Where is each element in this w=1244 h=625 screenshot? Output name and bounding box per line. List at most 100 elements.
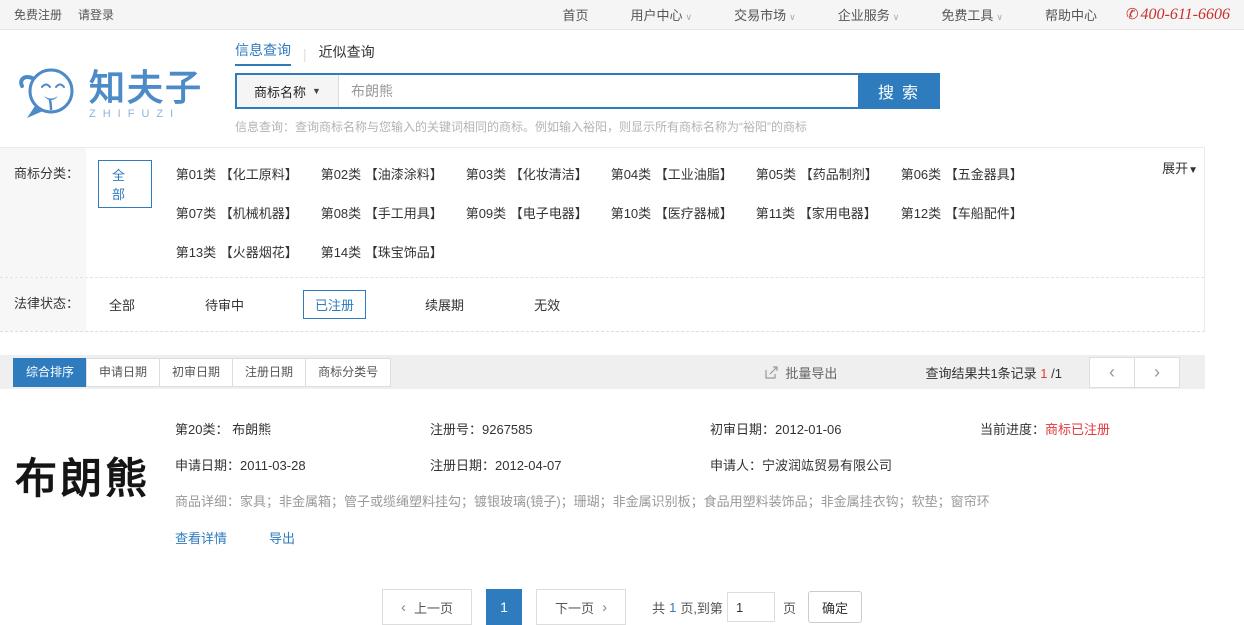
total-prefix: 共 xyxy=(652,598,665,617)
nav-item-help-center[interactable]: 帮助中心 xyxy=(1024,5,1118,24)
result-links: 查看详情 导出 xyxy=(175,528,1244,547)
category-item-02[interactable]: 第02类 【油漆涂料】 xyxy=(321,154,466,193)
status-filter-content: 全部 待审中 已注册 续展期 无效 xyxy=(86,278,619,331)
search-area: 信息查询 | 近似查询 商标名称 ▼ 搜索 信息查询：查询商标名称与您输入的关键… xyxy=(235,42,940,147)
nav-item-trade-market[interactable]: 交易市场∨ xyxy=(713,5,817,24)
category-item-05[interactable]: 第05类 【药品制剂】 xyxy=(756,154,901,193)
first-trial-field: 初审日期：2012-01-06 xyxy=(710,419,980,438)
search-tabs: 信息查询 | 近似查询 xyxy=(235,42,940,66)
chevron-right-icon: › xyxy=(602,599,607,616)
category-item-08[interactable]: 第08类 【手工用具】 xyxy=(321,193,466,232)
sort-composite[interactable]: 综合排序 xyxy=(13,358,87,387)
next-page-label: 下一页 xyxy=(555,598,594,617)
status-option-registered[interactable]: 已注册 xyxy=(303,290,366,319)
status-option-all[interactable]: 全部 xyxy=(98,291,146,318)
class-label: 第20类： xyxy=(175,422,228,437)
total-mid-text: 页,到第 xyxy=(680,598,723,617)
sort-class-number[interactable]: 商标分类号 xyxy=(305,358,391,387)
status-filter-row: 法律状态： 全部 待审中 已注册 续展期 无效 xyxy=(0,277,1204,331)
category-list: 第01类 【化工原料】 第02类 【油漆涂料】 第03类 【化妆清洁】 第04类… xyxy=(176,154,1183,271)
page-jump-info: 共 1 页,到第 页 确定 xyxy=(652,591,862,623)
category-item-07[interactable]: 第07类 【机械机器】 xyxy=(176,193,321,232)
category-filter-content: 全部 第01类 【化工原料】 第02类 【油漆涂料】 第03类 【化妆清洁】 第… xyxy=(86,148,1223,277)
category-item-11[interactable]: 第11类 【家用电器】 xyxy=(756,193,901,232)
applicant-label: 申请人： xyxy=(710,458,762,473)
tab-info-query[interactable]: 信息查询 xyxy=(235,40,291,66)
info-row-1: 第20类： 布朗熊 注册号：9267585 初审日期：2012-01-06 当前… xyxy=(175,419,1244,438)
prev-page-button[interactable]: ‹ xyxy=(1089,357,1135,388)
logo[interactable]: 知夫子 ZHIFUZI xyxy=(15,42,235,147)
search-button[interactable]: 搜索 xyxy=(858,75,938,107)
first-trial-value: 2012-01-06 xyxy=(775,422,842,437)
sort-toolbar: 综合排序 申请日期 初审日期 注册日期 商标分类号 批量导出 查询结果共1条记录… xyxy=(0,355,1205,389)
class-field: 第20类： 布朗熊 xyxy=(175,419,430,438)
reg-no-label: 注册号： xyxy=(430,422,482,437)
progress-value: 商标已注册 xyxy=(1045,422,1110,437)
category-item-03[interactable]: 第03类 【化妆清洁】 xyxy=(466,154,611,193)
category-all-button[interactable]: 全部 xyxy=(98,160,152,208)
chevron-left-icon: ‹ xyxy=(1109,362,1115,383)
batch-export-button[interactable]: 批量导出 xyxy=(765,363,837,382)
category-filter-label: 商标分类： xyxy=(0,148,86,277)
category-item-13[interactable]: 第13类 【火器烟花】 xyxy=(176,232,321,271)
sort-apply-date[interactable]: 申请日期 xyxy=(86,358,160,387)
category-item-06[interactable]: 第06类 【五金器具】 xyxy=(901,154,1046,193)
export-icon xyxy=(765,366,779,379)
category-item-01[interactable]: 第01类 【化工原料】 xyxy=(176,154,321,193)
category-item-04[interactable]: 第04类 【工业油脂】 xyxy=(611,154,756,193)
search-hint: 信息查询：查询商标名称与您输入的关键词相同的商标。例如输入裕阳，则显示所有商标名… xyxy=(235,118,940,135)
category-item-09[interactable]: 第09类 【电子电器】 xyxy=(466,193,611,232)
result-count-text: 查询结果共1条记录 xyxy=(925,366,1036,381)
next-page-button[interactable]: › xyxy=(1134,357,1180,388)
chevron-down-icon: ▼ xyxy=(1188,165,1198,176)
phone-number: 400-611-6606 xyxy=(1141,6,1230,23)
total-pages-text: /1 xyxy=(1051,366,1062,381)
status-option-invalid[interactable]: 无效 xyxy=(523,291,571,318)
nav-item-user-center[interactable]: 用户中心∨ xyxy=(610,5,714,24)
logo-subtitle: ZHIFUZI xyxy=(89,108,203,120)
prev-page-button-bottom[interactable]: ‹上一页 xyxy=(382,589,472,625)
nav-item-enterprise-services[interactable]: 企业服务∨ xyxy=(817,5,921,24)
search-input[interactable] xyxy=(339,75,858,107)
nav-item-home[interactable]: 首页 xyxy=(541,5,609,24)
tab-divider: | xyxy=(303,46,307,66)
register-link[interactable]: 免费注册 xyxy=(14,6,62,23)
export-link[interactable]: 导出 xyxy=(269,528,295,547)
status-option-renewal[interactable]: 续展期 xyxy=(414,291,475,318)
nav-label: 用户中心 xyxy=(631,8,683,23)
reg-date-field: 注册日期：2012-04-07 xyxy=(430,455,710,474)
page-suffix: 页 xyxy=(783,598,796,617)
next-page-button-bottom[interactable]: 下一页 › xyxy=(536,589,626,625)
confirm-button[interactable]: 确定 xyxy=(808,591,862,623)
applicant-field: 申请人：宁波润竑贸易有限公司 xyxy=(710,455,980,474)
sort-reg-date[interactable]: 注册日期 xyxy=(232,358,306,387)
status-option-pending[interactable]: 待审中 xyxy=(194,291,255,318)
auth-links: 免费注册 请登录 xyxy=(14,6,114,23)
current-page-value: 1 xyxy=(1040,366,1047,381)
nav-item-free-tools[interactable]: 免费工具∨ xyxy=(920,5,1024,24)
category-item-14[interactable]: 第14类 【珠宝饰品】 xyxy=(321,232,466,271)
login-link[interactable]: 请登录 xyxy=(78,6,114,23)
result-count: 查询结果共1条记录 1 /1 xyxy=(925,363,1062,382)
reg-date-label: 注册日期： xyxy=(430,458,495,473)
first-trial-label: 初审日期： xyxy=(710,422,775,437)
nav-label: 企业服务 xyxy=(838,8,890,23)
expand-button[interactable]: 展开▼ xyxy=(1162,158,1198,177)
goto-page-input[interactable] xyxy=(727,592,775,622)
page-1-button[interactable]: 1 xyxy=(486,589,522,625)
category-item-10[interactable]: 第10类 【医疗器械】 xyxy=(611,193,756,232)
category-item-12[interactable]: 第12类 【车船配件】 xyxy=(901,193,1046,232)
sort-first-trial-date[interactable]: 初审日期 xyxy=(159,358,233,387)
logo-text: 知夫子 ZHIFUZI xyxy=(89,69,203,121)
tab-similar-query[interactable]: 近似查询 xyxy=(319,42,375,66)
apply-date-field: 申请日期：2011-03-28 xyxy=(175,455,430,474)
mascot-icon xyxy=(15,64,81,125)
search-type-select[interactable]: 商标名称 ▼ xyxy=(237,75,339,107)
sort-buttons: 综合排序 申请日期 初审日期 注册日期 商标分类号 xyxy=(14,358,391,387)
nav-label: 免费工具 xyxy=(941,8,993,23)
reg-no-value: 9267585 xyxy=(482,422,533,437)
chevron-down-icon: ∨ xyxy=(893,12,900,22)
view-detail-link[interactable]: 查看详情 xyxy=(175,528,227,547)
result-pager: ‹ › xyxy=(1090,357,1180,388)
result-row: 布朗熊 第20类： 布朗熊 注册号：9267585 初审日期：2012-01-0… xyxy=(0,389,1244,547)
